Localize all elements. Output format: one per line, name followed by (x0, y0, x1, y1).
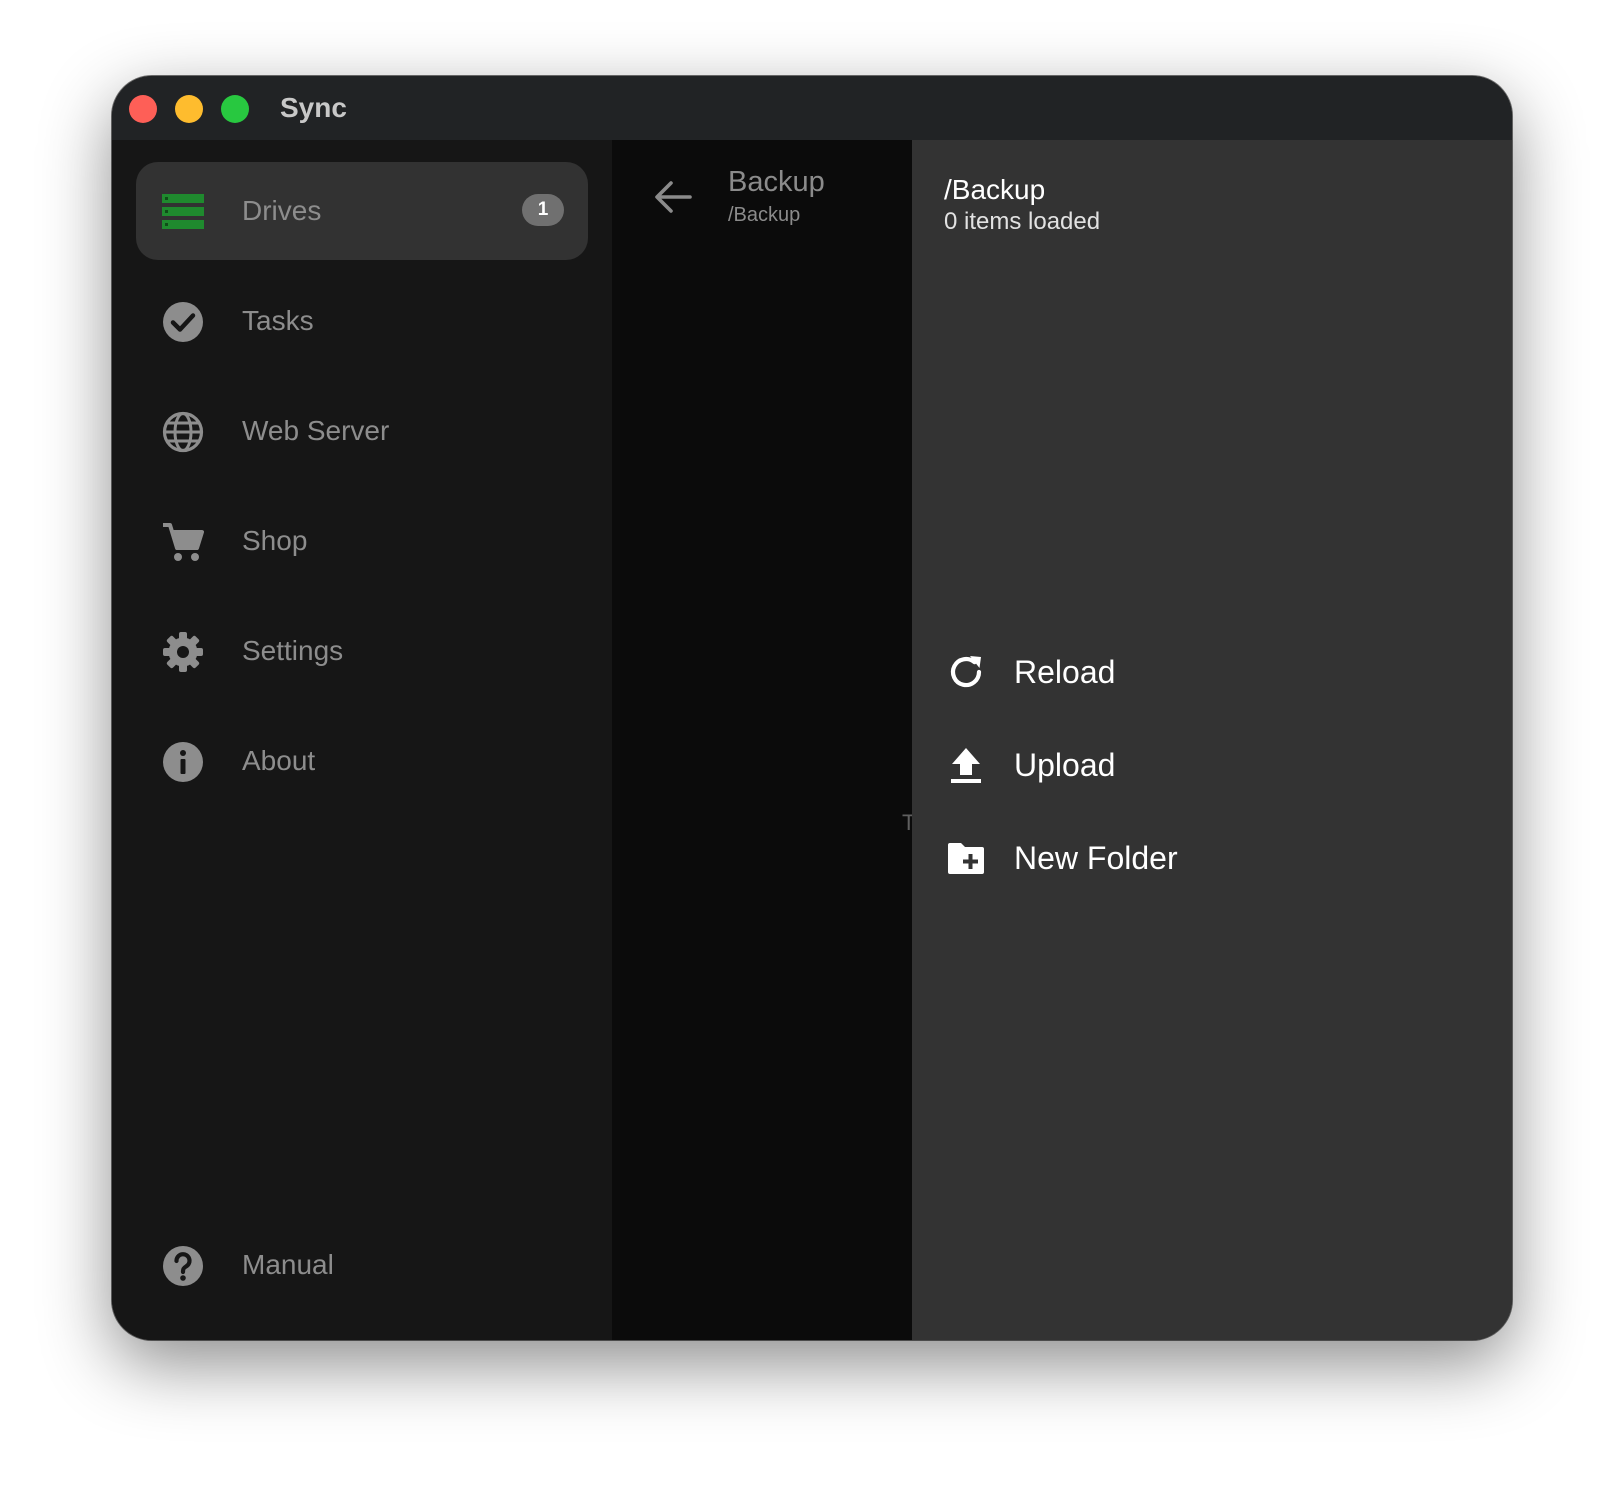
sidebar-item-label: Web Server (242, 415, 390, 446)
info-icon (162, 741, 204, 783)
folder-title: Backup (728, 166, 825, 198)
minimize-window-button[interactable] (175, 95, 203, 123)
close-window-button[interactable] (129, 95, 157, 123)
sidebar-item-drives[interactable]: Drives 1 (136, 162, 588, 260)
new-folder-icon (946, 838, 986, 878)
truncated-text: T (902, 810, 912, 835)
sidebar-item-about[interactable]: About (136, 712, 588, 810)
sidebar-item-manual[interactable]: Manual (136, 1216, 588, 1314)
back-button[interactable] (650, 174, 696, 220)
window-title: Sync (280, 92, 347, 123)
globe-icon (162, 411, 204, 453)
upload-icon (946, 745, 986, 785)
sidebar: Drives 1 Tasks Web Server Shop Settings … (112, 140, 612, 1340)
drives-icon (162, 191, 204, 233)
drives-count-badge: 1 (522, 194, 564, 226)
items-loaded-count: 0 items loaded (944, 208, 1101, 235)
actions-panel: /Backup 0 items loaded Reload Upload New… (912, 140, 1512, 1340)
check-circle-icon (162, 301, 204, 343)
sidebar-item-label: Settings (242, 635, 344, 666)
sidebar-item-label: Tasks (242, 305, 314, 336)
sidebar-item-tasks[interactable]: Tasks (136, 272, 588, 370)
action-label: Reload (1014, 654, 1116, 690)
title-bar: Sync (112, 76, 1512, 140)
new-folder-button[interactable]: New Folder (936, 818, 1336, 898)
maximize-window-button[interactable] (221, 95, 249, 123)
action-label: New Folder (1014, 840, 1178, 876)
help-icon (162, 1245, 204, 1287)
file-browser-pane: Backup /Backup T (612, 140, 912, 1340)
app-window: Sync Drives 1 Tasks Web Server Shop Sett… (112, 76, 1512, 1340)
reload-icon (946, 652, 986, 692)
reload-button[interactable]: Reload (936, 632, 1336, 712)
sidebar-item-label: About (242, 745, 316, 776)
sidebar-item-shop[interactable]: Shop (136, 492, 588, 590)
folder-path: /Backup (728, 204, 801, 226)
arrow-left-icon (650, 174, 696, 220)
gear-icon (162, 631, 204, 673)
action-label: Upload (1014, 747, 1116, 783)
upload-button[interactable]: Upload (936, 725, 1336, 805)
sidebar-item-settings[interactable]: Settings (136, 602, 588, 700)
sidebar-item-label: Manual (242, 1249, 334, 1280)
panel-path: /Backup (944, 174, 1046, 205)
sidebar-item-label: Shop (242, 525, 308, 556)
sidebar-item-web-server[interactable]: Web Server (136, 382, 588, 480)
sidebar-item-label: Drives (242, 195, 322, 226)
cart-icon (162, 521, 204, 563)
